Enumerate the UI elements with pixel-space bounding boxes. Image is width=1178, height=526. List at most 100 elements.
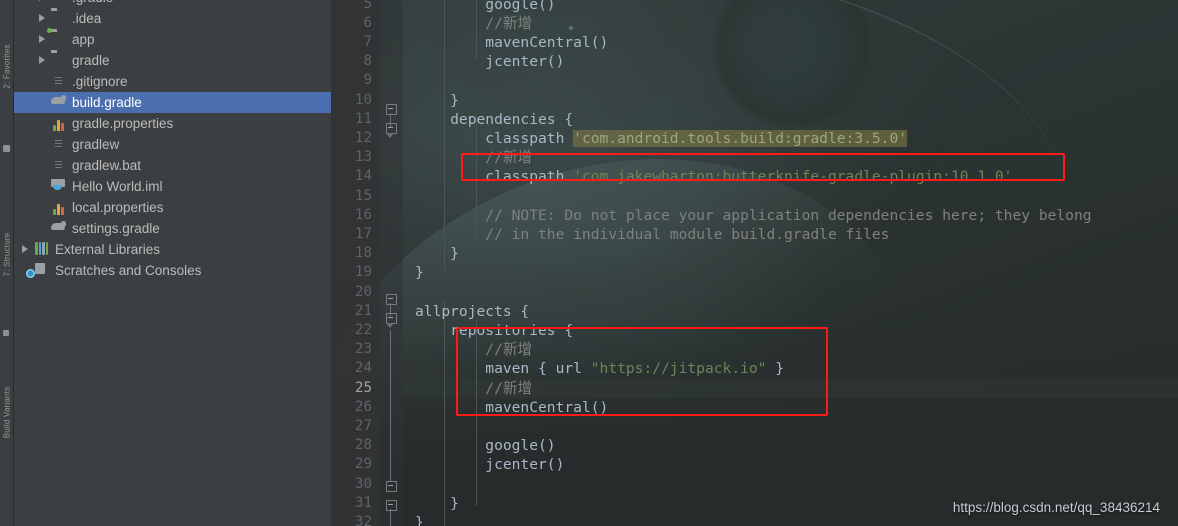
tree-item-gradlew-bat[interactable]: gradlew.bat [14,155,331,176]
code-line-13[interactable]: 13 //新增 [331,148,1178,167]
code-line-text: jcenter() [415,52,564,71]
gradle-icon [51,221,67,237]
code-line-19[interactable]: 19} [331,263,1178,282]
tree-item-label: .gitignore [72,74,128,89]
code-line-27[interactable]: 27 [331,417,1178,436]
code-line-text: } [415,244,459,263]
line-number: 26 [354,398,372,415]
code-editor[interactable]: 5 google() 6 //新增 7 mavenCentral() 8 jcente… [331,0,1178,526]
code-line-18[interactable]: 18 } [331,244,1178,263]
code-token: //新增 [415,379,533,397]
line-number: 27 [354,417,372,434]
code-line-6[interactable]: 6 //新增 [331,14,1178,33]
code-token: jcenter() [415,456,565,474]
code-line-17[interactable]: 17 // in the individual module build.gra… [331,225,1178,244]
code-line-text: } [415,263,424,282]
project-tool-window[interactable]: .gradle .idea app gradle .gitignore build.gra… [14,0,331,526]
code-token: } [415,245,459,263]
scratches-icon [34,263,50,279]
code-token: google() [415,437,556,455]
code-line-text: google() [415,0,555,14]
line-number: 9 [363,72,372,89]
code-token: //新增 [415,149,533,167]
code-line-text: mavenCentral() [415,398,608,417]
line-number: 6 [363,14,372,31]
tree-item-gradlew[interactable]: gradlew [14,134,331,155]
line-number: 17 [354,225,372,242]
code-line-25[interactable]: 25 //新增 [331,379,1178,398]
code-token: } [415,494,459,512]
expand-arrow-icon[interactable] [37,55,48,66]
expand-arrow-icon [37,181,48,192]
code-line-28[interactable]: 28 google() [331,436,1178,455]
expand-arrow-icon[interactable] [37,34,48,45]
file-icon [51,158,67,174]
tree-item-app[interactable]: app [14,27,331,50]
code-text-area[interactable]: 5 google() 6 //新增 7 mavenCentral() 8 jcente… [331,0,1178,526]
tree-item-hello-world-iml[interactable]: Hello World.iml [14,176,331,197]
tool-strip-marker-icon [3,145,10,152]
code-line-30[interactable]: 30 [331,475,1178,494]
code-line-14[interactable]: 14 classpath 'com.jakewharton:butterknif… [331,167,1178,186]
code-line-7[interactable]: 7 mavenCentral() [331,33,1178,52]
expand-arrow-icon[interactable] [37,0,48,3]
code-line-text: repositories { [415,321,573,340]
left-tool-window-bar[interactable]: 2: Favorites 7: Structure Build Variants [0,0,14,526]
tool-button-favorites[interactable]: 2: Favorites [3,36,12,98]
code-token: classpath [415,168,574,186]
tree-item-build-gradle[interactable]: build.gradle [14,92,331,113]
code-line-text: classpath 'com.android.tools.build:gradl… [415,129,908,148]
tree-item-idea[interactable]: .idea [14,8,331,29]
line-number: 31 [354,494,372,511]
code-line-5[interactable]: 5 google() [331,0,1178,14]
tree-item-gitignore[interactable]: .gitignore [14,71,331,92]
code-line-8[interactable]: 8 jcenter() [331,52,1178,71]
tree-item-gradle-properties[interactable]: gradle.properties [14,113,331,134]
project-tree[interactable]: .gradle .idea app gradle .gitignore build.gra… [14,0,331,281]
tree-item-settings-gradle[interactable]: settings.gradle [14,218,331,239]
code-token: jcenter() [415,53,565,71]
tree-item-local-properties[interactable]: local.properties [14,197,331,218]
code-line-29[interactable]: 29 jcenter() [331,455,1178,474]
tool-button-structure[interactable]: 7: Structure [3,224,12,286]
tree-item-external-libraries[interactable]: External Libraries [14,239,331,260]
code-line-9[interactable]: 9 [331,71,1178,90]
tool-button-build-variants[interactable]: Build Variants [3,382,12,444]
expand-arrow-icon [37,76,48,87]
code-line-22[interactable]: 22 repositories { [331,321,1178,340]
code-line-12[interactable]: 12 classpath 'com.android.tools.build:gr… [331,129,1178,148]
code-line-text: //新增 [415,379,532,398]
code-token: allprojects { [415,302,530,320]
iml-icon [51,179,67,195]
tree-item-scratches-and-consoles[interactable]: Scratches and Consoles [14,260,331,281]
expand-arrow-icon[interactable] [37,13,48,24]
gradle-icon [51,95,67,111]
tree-item-label: gradlew.bat [72,158,142,173]
code-line-16[interactable]: 16 // NOTE: Do not place your applicatio… [331,206,1178,225]
code-line-21[interactable]: 21 allprojects { [331,302,1178,321]
code-token: classpath [415,129,574,147]
code-line-text: mavenCentral() [415,33,608,52]
code-line-text: jcenter() [415,455,564,474]
tree-item-label: Scratches and Consoles [55,263,202,278]
code-token: // NOTE: Do not place your application d… [415,206,1092,224]
properties-icon [51,116,67,132]
tree-item-gradle[interactable]: .gradle [14,0,331,8]
code-line-11[interactable]: 11 dependencies { [331,110,1178,129]
code-line-23[interactable]: 23 //新增 [331,340,1178,359]
code-line-24[interactable]: 24 maven { url "https://jitpack.io" } [331,359,1178,378]
expand-arrow-icon[interactable] [20,244,31,255]
code-token: } [415,264,424,282]
code-line-15[interactable]: 15 [331,187,1178,206]
code-line-26[interactable]: 26 mavenCentral() [331,398,1178,417]
code-line-10[interactable]: 10 } [331,91,1178,110]
line-number: 13 [354,149,372,166]
code-token: mavenCentral() [415,398,609,416]
line-number: 7 [363,33,372,50]
line-number: 11 [354,110,372,127]
expand-arrow-icon [37,118,48,129]
tree-item-gradle[interactable]: gradle [14,50,331,71]
file-icon [51,137,67,153]
library-icon [34,241,50,258]
code-line-20[interactable]: 20 [331,283,1178,302]
